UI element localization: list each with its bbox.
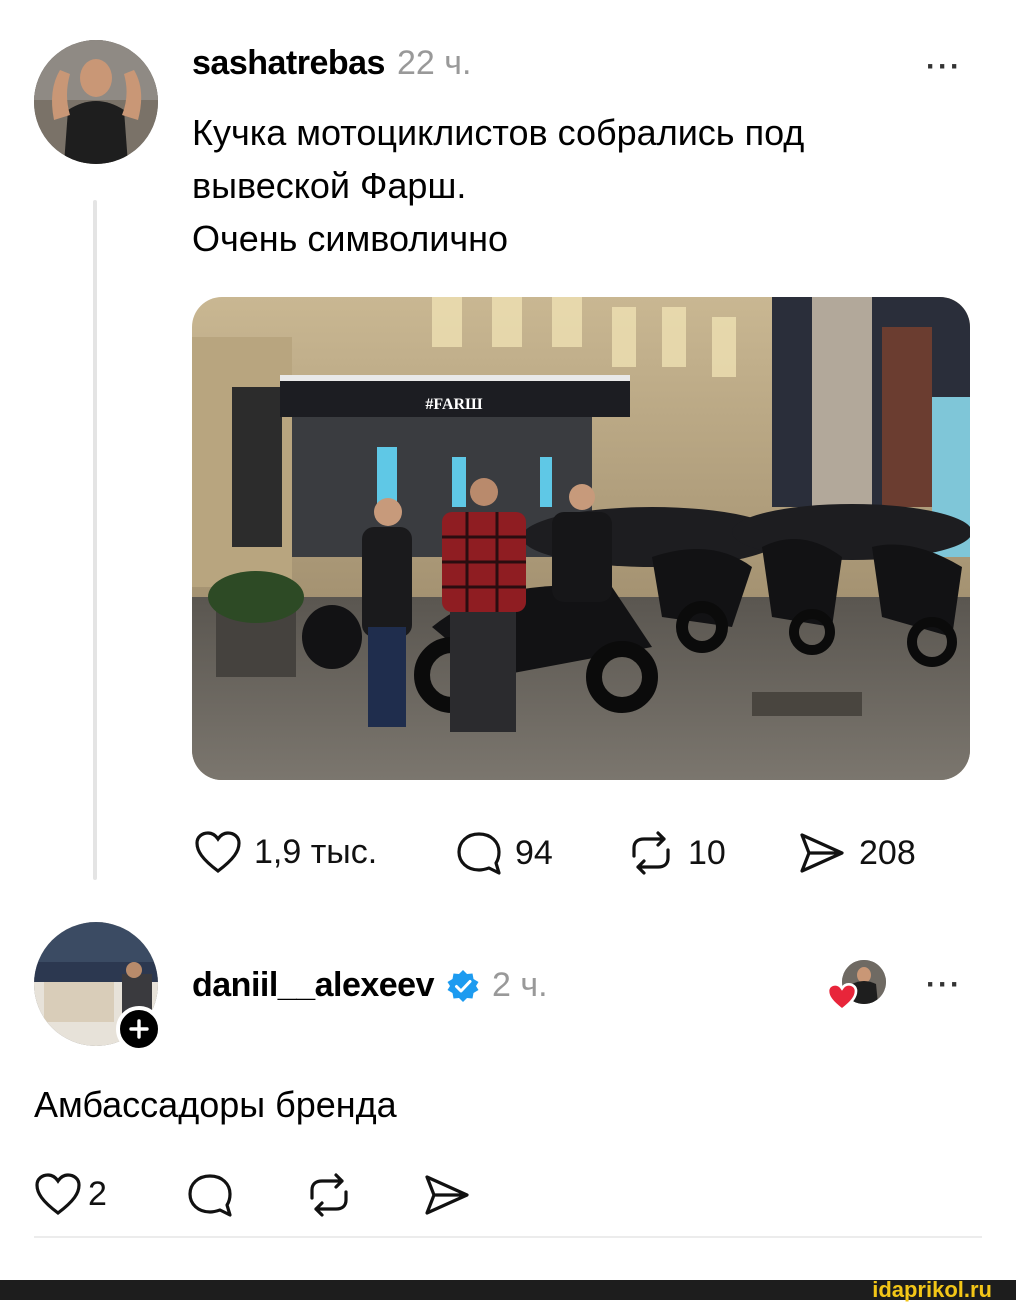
like-count: 1,9 тыс. (254, 832, 378, 871)
repost-icon (632, 831, 670, 875)
reply-comment-button[interactable] (186, 1172, 234, 1223)
send-icon (800, 833, 844, 873)
reply-like-button[interactable]: 2 (34, 1172, 107, 1216)
reply-timestamp: 2 ч. (492, 966, 548, 1004)
post-text-line: Кучка мотоциклистов собрались под (192, 112, 805, 153)
avatar[interactable] (34, 40, 158, 164)
post-header: sashatrebas 22 ч. (192, 44, 471, 83)
watermark: idaprikol.ru (872, 1277, 992, 1302)
send-icon (425, 1175, 469, 1215)
username[interactable]: sashatrebas (192, 44, 385, 83)
reply-like-count: 2 (88, 1174, 107, 1213)
repost-count: 10 (688, 833, 726, 872)
sign-text: #FARШ (425, 396, 483, 413)
verified-badge-icon (447, 969, 479, 1002)
repost-button[interactable]: 10 (626, 830, 726, 876)
post-image[interactable]: #FARШ (192, 297, 970, 780)
avatar-photo (34, 40, 158, 164)
follow-button[interactable] (116, 1006, 162, 1052)
timestamp: 22 ч. (396, 44, 472, 82)
reply-repost-button[interactable] (304, 1172, 354, 1223)
comment-count: 94 (515, 833, 553, 872)
liked-heart-icon (826, 982, 858, 1012)
repost-icon (310, 1173, 348, 1217)
comment-icon (188, 1174, 232, 1217)
share-count: 208 (859, 833, 916, 872)
heart-icon (195, 831, 241, 874)
divider (34, 1236, 982, 1238)
reply-text: Амбассадоры бренда (34, 1084, 397, 1125)
reply-username[interactable]: daniil__alexeev (192, 966, 435, 1005)
reply-more-options-button[interactable]: ··· (926, 968, 962, 1002)
share-button[interactable]: 208 (797, 830, 916, 876)
reply-share-button[interactable] (422, 1172, 472, 1223)
comment-button[interactable]: 94 (455, 830, 553, 876)
street-photo: #FARШ (192, 297, 970, 780)
post-text-line: вывеской Фарш. (192, 165, 467, 206)
heart-icon (35, 1173, 81, 1216)
thread-line (93, 200, 97, 880)
comment-icon (457, 832, 501, 875)
plus-icon (129, 1019, 149, 1039)
more-options-button[interactable]: ··· (926, 50, 962, 84)
author-liked-badge (824, 960, 888, 1014)
reply-header: daniil__alexeev 2 ч. (192, 966, 548, 1005)
post-text: Кучка мотоциклистов собрались под вывеск… (192, 106, 982, 265)
like-button[interactable]: 1,9 тыс. (194, 830, 377, 874)
footer-bar (0, 1280, 1016, 1300)
post-text-line: Очень символично (192, 218, 509, 259)
